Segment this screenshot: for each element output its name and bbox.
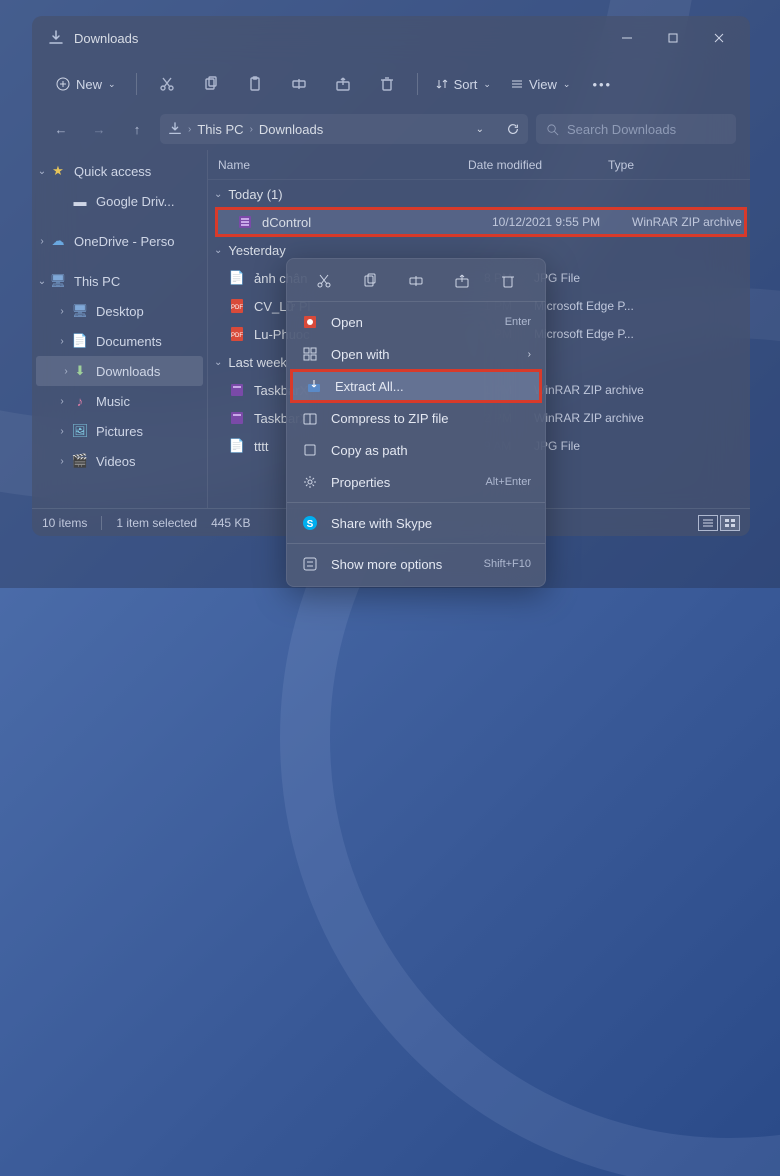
forward-button[interactable]: → [84, 114, 114, 144]
svg-text:PDF: PDF [231, 333, 243, 339]
downloads-icon [168, 122, 182, 136]
status-selected: 1 item selected [116, 516, 197, 530]
ctx-open[interactable]: Open Enter [287, 306, 545, 338]
pictures-icon: 🖼 [72, 423, 88, 439]
ctx-compress[interactable]: Compress to ZIP file [287, 402, 545, 434]
downloads-icon: ⬇ [72, 363, 88, 379]
drive-icon: ▬ [72, 193, 88, 209]
properties-icon [301, 473, 319, 491]
new-label: New [76, 77, 102, 92]
sidebar-item-music[interactable]: › ♪ Music [32, 386, 207, 416]
copy-button[interactable] [191, 68, 231, 100]
svg-text:PDF: PDF [231, 305, 243, 311]
sidebar-item-google-drive[interactable]: ▬ Google Driv... [32, 186, 207, 216]
search-input[interactable]: Search Downloads [536, 114, 736, 144]
rename-button[interactable] [279, 68, 319, 100]
status-items: 10 items [42, 516, 87, 530]
ctx-show-more[interactable]: Show more options Shift+F10 [287, 548, 545, 580]
chevron-down-icon: ⌄ [108, 79, 116, 90]
crumb-root[interactable]: This PC [197, 122, 243, 137]
pdf-icon: PDF [228, 325, 246, 343]
extract-icon [305, 377, 323, 395]
ctx-rename-button[interactable] [401, 269, 431, 293]
col-name[interactable]: Name [218, 158, 468, 172]
copy-path-icon [301, 441, 319, 459]
ctx-share-button[interactable] [447, 269, 477, 293]
ctx-properties[interactable]: Properties Alt+Enter [287, 466, 545, 498]
image-icon: 📄 [228, 269, 246, 287]
maximize-button[interactable] [650, 16, 696, 60]
sort-icon [436, 78, 448, 90]
chevron-right-icon: › [528, 349, 531, 360]
close-button[interactable] [696, 16, 742, 60]
context-menu: Open Enter Open with › Extract All... Co… [286, 258, 546, 587]
sidebar-item-videos[interactable]: › 🎬 Videos [32, 446, 207, 476]
sort-button[interactable]: Sort ⌄ [428, 77, 499, 92]
compress-icon [301, 409, 319, 427]
col-type[interactable]: Type [608, 158, 750, 172]
refresh-icon[interactable] [506, 122, 520, 136]
svg-text:S: S [307, 519, 314, 530]
breadcrumb[interactable]: › This PC › Downloads ⌄ [160, 114, 528, 144]
status-size: 445 KB [211, 516, 250, 530]
pdf-icon: PDF [228, 297, 246, 315]
sidebar-item-onedrive[interactable]: › ☁ OneDrive - Perso [32, 226, 207, 256]
zip-icon [228, 381, 246, 399]
search-icon [546, 123, 559, 136]
file-row-dcontrol[interactable]: dControl 10/12/2021 9:55 PM WinRAR ZIP a… [216, 208, 746, 236]
zip-icon [228, 409, 246, 427]
col-date[interactable]: Date modified [468, 158, 608, 172]
desktop-icon: 🖥 [72, 303, 88, 319]
ctx-copy-path[interactable]: Copy as path [287, 434, 545, 466]
view-button[interactable]: View ⌄ [503, 77, 579, 92]
up-button[interactable]: ↑ [122, 114, 152, 144]
documents-icon: 📄 [72, 333, 88, 349]
group-today[interactable]: ⌄Today (1) [208, 180, 750, 208]
ctx-cut-button[interactable] [309, 269, 339, 293]
music-icon: ♪ [72, 393, 88, 409]
sidebar-item-downloads[interactable]: › ⬇ Downloads [36, 356, 203, 386]
more-button[interactable]: ••• [582, 77, 622, 92]
list-icon [511, 78, 523, 90]
ctx-delete-button[interactable] [493, 269, 523, 293]
plus-circle-icon [56, 77, 70, 91]
delete-button[interactable] [367, 68, 407, 100]
ctx-extract-all[interactable]: Extract All... [291, 370, 541, 402]
star-icon: ★ [50, 163, 66, 179]
minimize-button[interactable] [604, 16, 650, 60]
column-headers: Name Date modified Type [208, 150, 750, 180]
skype-icon: S [301, 514, 319, 532]
downloads-icon [48, 30, 64, 46]
paste-button[interactable] [235, 68, 275, 100]
open-icon [301, 313, 319, 331]
pc-icon: 🖥 [50, 273, 66, 289]
back-button[interactable]: ← [46, 114, 76, 144]
image-icon: 📄 [228, 437, 246, 455]
titlebar: Downloads [32, 16, 750, 60]
sidebar-item-quick-access[interactable]: ⌄ ★ Quick access [32, 156, 207, 186]
sidebar-item-pictures[interactable]: › 🖼 Pictures [32, 416, 207, 446]
window-title: Downloads [74, 31, 138, 46]
zip-icon [236, 213, 254, 231]
more-icon [301, 555, 319, 573]
videos-icon: 🎬 [72, 453, 88, 469]
ctx-copy-button[interactable] [355, 269, 385, 293]
icons-view-button[interactable] [720, 515, 740, 531]
sidebar-item-documents[interactable]: › 📄 Documents [32, 326, 207, 356]
new-button[interactable]: New ⌄ [46, 71, 126, 98]
sidebar: ⌄ ★ Quick access ▬ Google Driv... › ☁ On… [32, 150, 208, 508]
toolbar: New ⌄ Sort ⌄ View ⌄ ••• [32, 60, 750, 108]
ctx-open-with[interactable]: Open with › [287, 338, 545, 370]
share-button[interactable] [323, 68, 363, 100]
chevron-down-icon[interactable]: ⌄ [476, 124, 484, 135]
addressbar: ← → ↑ › This PC › Downloads ⌄ Search Dow… [32, 108, 750, 150]
cloud-icon: ☁ [50, 233, 66, 249]
ctx-share-skype[interactable]: S Share with Skype [287, 507, 545, 539]
cut-button[interactable] [147, 68, 187, 100]
open-with-icon [301, 345, 319, 363]
sidebar-item-desktop[interactable]: › 🖥 Desktop [32, 296, 207, 326]
sidebar-item-this-pc[interactable]: ⌄ 🖥 This PC [32, 266, 207, 296]
crumb-current[interactable]: Downloads [259, 122, 323, 137]
details-view-button[interactable] [698, 515, 718, 531]
